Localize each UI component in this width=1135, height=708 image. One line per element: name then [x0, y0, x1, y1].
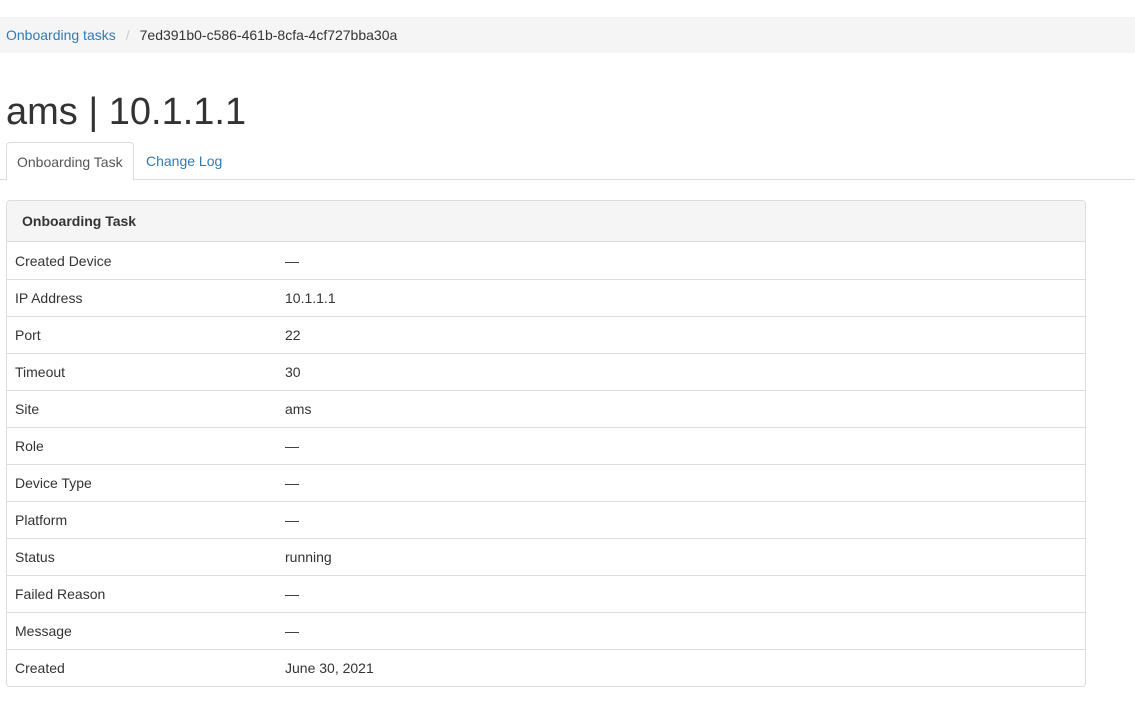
- row-label: Device Type: [15, 475, 92, 491]
- row-value: —: [285, 586, 299, 602]
- row-value: ams: [285, 401, 312, 417]
- table-row: Failed Reason —: [7, 575, 1085, 612]
- table-row: Message —: [7, 612, 1085, 649]
- row-value: —: [285, 475, 299, 491]
- breadcrumb-link-onboarding-tasks[interactable]: Onboarding tasks: [6, 27, 116, 43]
- breadcrumb-separator: /: [125, 27, 130, 43]
- attribute-table: Created Device — IP Address 10.1.1.1 Por…: [7, 242, 1085, 686]
- row-value: 22: [285, 327, 301, 343]
- row-value: June 30, 2021: [285, 660, 374, 676]
- row-value: —: [285, 623, 299, 639]
- breadcrumb: Onboarding tasks / 7ed391b0-c586-461b-8c…: [0, 17, 1135, 53]
- row-label: Failed Reason: [15, 586, 106, 602]
- tab-onboarding-task[interactable]: Onboarding Task: [6, 142, 134, 181]
- table-row: Created June 30, 2021: [7, 649, 1085, 686]
- breadcrumb-current: 7ed391b0-c586-461b-8cfa-4cf727bba30a: [139, 27, 398, 43]
- row-value: —: [285, 438, 299, 454]
- table-row: Role —: [7, 427, 1085, 464]
- page-title: ams | 10.1.1.1: [6, 91, 247, 133]
- table-row: Site ams: [7, 390, 1085, 427]
- table-row: Port 22: [7, 316, 1085, 353]
- table-row: Created Device —: [7, 242, 1085, 279]
- row-label: Message: [15, 623, 72, 639]
- row-label: Status: [15, 549, 55, 565]
- row-label: Created: [15, 660, 65, 676]
- table-row: Device Type —: [7, 464, 1085, 501]
- row-label: Created Device: [15, 252, 112, 269]
- row-label: IP Address: [15, 290, 83, 306]
- panel-heading: Onboarding Task: [7, 201, 1085, 242]
- row-value: 30: [285, 364, 301, 380]
- onboarding-task-panel: Onboarding Task Created Device — IP Addr…: [6, 200, 1086, 687]
- row-label: Timeout: [15, 364, 66, 380]
- row-label: Platform: [15, 512, 68, 528]
- table-row: Platform —: [7, 501, 1085, 538]
- tab-bar: Onboarding Task Change Log: [0, 142, 1135, 181]
- row-label: Role: [15, 438, 44, 454]
- table-row: Timeout 30: [7, 353, 1085, 390]
- tab-change-log[interactable]: Change Log: [136, 142, 232, 180]
- table-row: Status running: [7, 538, 1085, 575]
- row-value: —: [285, 252, 299, 269]
- table-row: IP Address 10.1.1.1: [7, 279, 1085, 316]
- row-value: 10.1.1.1: [285, 290, 336, 306]
- row-value: running: [285, 549, 332, 565]
- row-label: Site: [15, 401, 40, 417]
- row-value: —: [285, 512, 299, 528]
- row-label: Port: [15, 327, 41, 343]
